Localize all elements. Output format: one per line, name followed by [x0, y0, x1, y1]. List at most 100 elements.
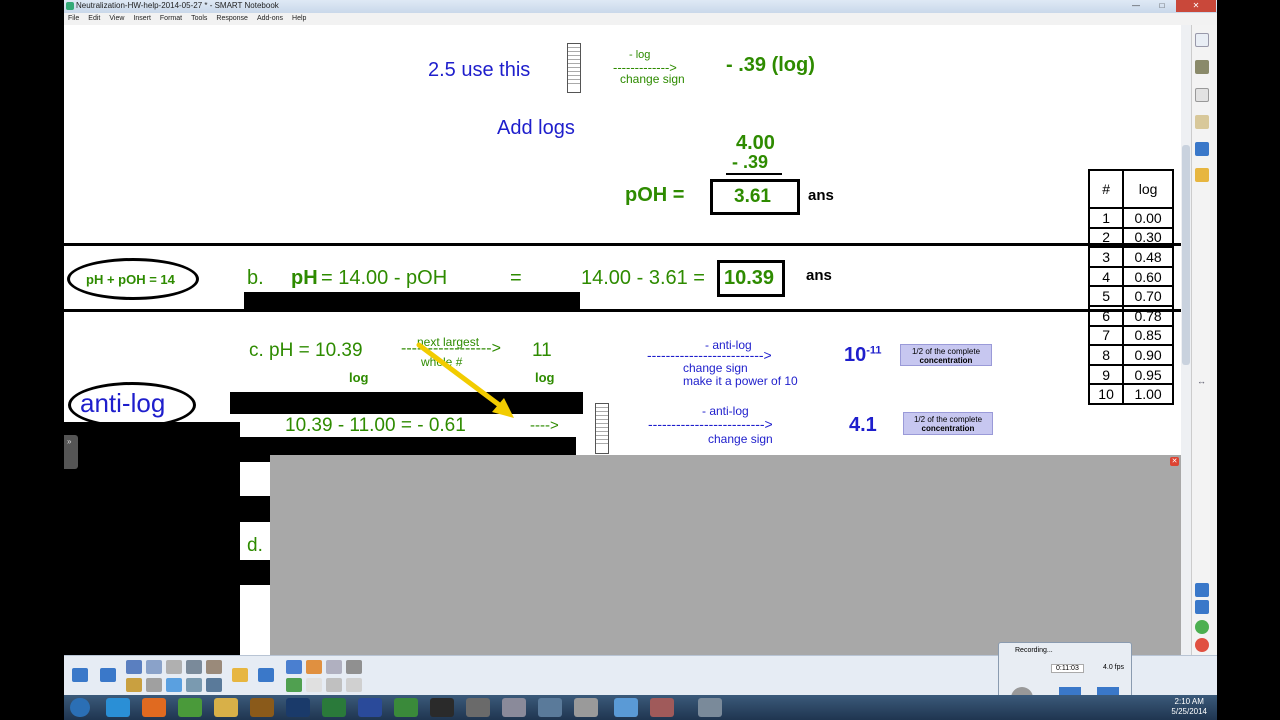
power-of-ten-value: 10-11 [844, 344, 882, 367]
chrome-icon[interactable] [178, 698, 202, 717]
resize-arrows-icon[interactable]: ↔ [1197, 376, 1206, 386]
screen-shade-icon[interactable] [186, 660, 202, 674]
menu-addons[interactable]: Add-ons [257, 15, 283, 22]
magic-pen-icon[interactable] [346, 660, 362, 674]
whiteboard-page[interactable]: 2.5 use this - log -------------> change… [64, 25, 1181, 655]
vertical-scrollbar[interactable] [1181, 25, 1191, 655]
photoshop-icon[interactable] [286, 698, 310, 717]
addon-tool-icon[interactable] [258, 668, 274, 682]
attachments-icon[interactable] [1195, 88, 1209, 102]
undo-icon[interactable] [126, 660, 142, 674]
line-tool-icon[interactable] [326, 678, 342, 692]
add-page-icon[interactable] [1195, 620, 1209, 634]
table-row: 9 0.95 [1087, 363, 1174, 386]
poh-value: 3.61 [734, 186, 771, 207]
pen-tool-icon[interactable] [306, 660, 322, 674]
add-logs-text: Add logs [497, 117, 575, 139]
sticky-note-1[interactable]: 1/2 of the complete concentration [900, 344, 992, 366]
delete-icon[interactable] [166, 660, 182, 674]
redo-icon[interactable] [146, 660, 162, 674]
printer-icon[interactable] [698, 698, 722, 717]
table-row: 3 0.48 [1087, 246, 1174, 268]
menu-help[interactable]: Help [292, 15, 306, 22]
addons-icon[interactable] [1195, 142, 1209, 156]
part-b-formula: = 14.00 - pOH [321, 267, 448, 289]
table-cell: 0.90 [1122, 344, 1174, 366]
ph-poh-equation: pH + pOH = 14 [86, 272, 175, 287]
sticky-note-2[interactable]: 1/2 of the complete concentration [903, 412, 993, 435]
document-camera-icon[interactable] [206, 678, 222, 692]
system-clock[interactable]: 2:10 AM 5/25/2014 [1171, 697, 1207, 717]
start-button-icon[interactable] [70, 698, 90, 717]
table-row: 5 0.70 [1087, 285, 1174, 307]
word-icon[interactable] [358, 698, 382, 717]
notebook-icon[interactable] [614, 698, 638, 717]
excel-icon[interactable] [322, 698, 346, 717]
next-page-icon[interactable] [1195, 600, 1209, 614]
display-icon[interactable] [166, 678, 182, 692]
camtasia-icon[interactable] [394, 698, 418, 717]
menu-file[interactable]: File [68, 15, 79, 22]
next-page-button-icon[interactable] [100, 668, 116, 682]
menu-insert[interactable]: Insert [133, 15, 151, 22]
table-icon[interactable] [146, 678, 162, 692]
close-button[interactable]: ✕ [1176, 0, 1216, 12]
table-cell: 8 [1087, 344, 1125, 366]
divider-bottom [64, 309, 1181, 312]
table-row: 7 0.85 [1087, 324, 1174, 347]
window-titlebar: Neutralization-HW-help-2014-05-27 * - SM… [64, 0, 1217, 13]
table-cell: 0.78 [1122, 304, 1174, 327]
file-explorer-icon[interactable] [214, 698, 238, 717]
camera-icon[interactable] [574, 698, 598, 717]
ten-exponent: -11 [866, 344, 882, 357]
lock-icon[interactable] [1195, 168, 1209, 182]
delete-page-icon[interactable] [1195, 638, 1209, 652]
internet-explorer-icon[interactable] [106, 698, 130, 717]
capture-icon[interactable] [186, 678, 202, 692]
menu-view[interactable]: View [109, 15, 124, 22]
menu-edit[interactable]: Edit [88, 15, 100, 22]
poh-label: pOH = [625, 184, 685, 206]
previous-page-icon[interactable] [1195, 583, 1209, 597]
im-icon[interactable] [430, 698, 454, 717]
table-cell: 0.00 [1122, 207, 1174, 229]
select-tool-icon[interactable] [286, 660, 302, 674]
previous-page-button-icon[interactable] [72, 668, 88, 682]
tool-icon[interactable] [466, 698, 490, 717]
part-c-calc-arrow: ----> [530, 417, 559, 434]
scrollbar-thumb[interactable] [1182, 145, 1190, 365]
app-icon[interactable] [502, 698, 526, 717]
bridge-icon[interactable] [250, 698, 274, 717]
menu-tools[interactable]: Tools [191, 15, 207, 22]
ans-label-1: ans [808, 187, 834, 204]
text-tool-icon[interactable] [306, 678, 322, 692]
part-b-equals: = [510, 267, 522, 289]
lock-tool-icon[interactable] [232, 668, 248, 682]
page-sorter-icon[interactable] [1195, 33, 1209, 47]
full-screen-icon[interactable] [206, 660, 222, 674]
pencils-icon[interactable] [650, 698, 674, 717]
properties-icon[interactable] [1195, 115, 1209, 129]
firefox-icon[interactable] [142, 698, 166, 717]
table-cell: 6 [1087, 304, 1125, 327]
menu-format[interactable]: Format [160, 15, 182, 22]
gallery-icon[interactable] [1195, 60, 1209, 74]
fill-tool-icon[interactable] [346, 678, 362, 692]
side-panel-toggle[interactable]: » [64, 435, 78, 469]
minimize-button[interactable]: — [1124, 0, 1148, 12]
panel-close-icon[interactable]: ✕ [1170, 457, 1179, 466]
gray-overlay-panel[interactable]: ✕ [270, 455, 1181, 655]
network-icon[interactable] [538, 698, 562, 717]
change-sign-label-1: change sign [620, 72, 685, 86]
creative-pen-icon[interactable] [286, 678, 302, 692]
recording-fps: 4.0 fps [1103, 664, 1125, 671]
table-cell: 0.48 [1122, 246, 1174, 268]
paste-icon[interactable] [126, 678, 142, 692]
table-cell: 10 [1087, 383, 1125, 405]
log-result-text: - .39 (log) [726, 54, 815, 76]
table-cell: 0.70 [1122, 285, 1174, 307]
eraser-tool-icon[interactable] [326, 660, 342, 674]
maximize-button[interactable]: □ [1150, 0, 1174, 12]
change-sign-label-3: change sign [708, 432, 773, 446]
menu-response[interactable]: Response [216, 15, 248, 22]
